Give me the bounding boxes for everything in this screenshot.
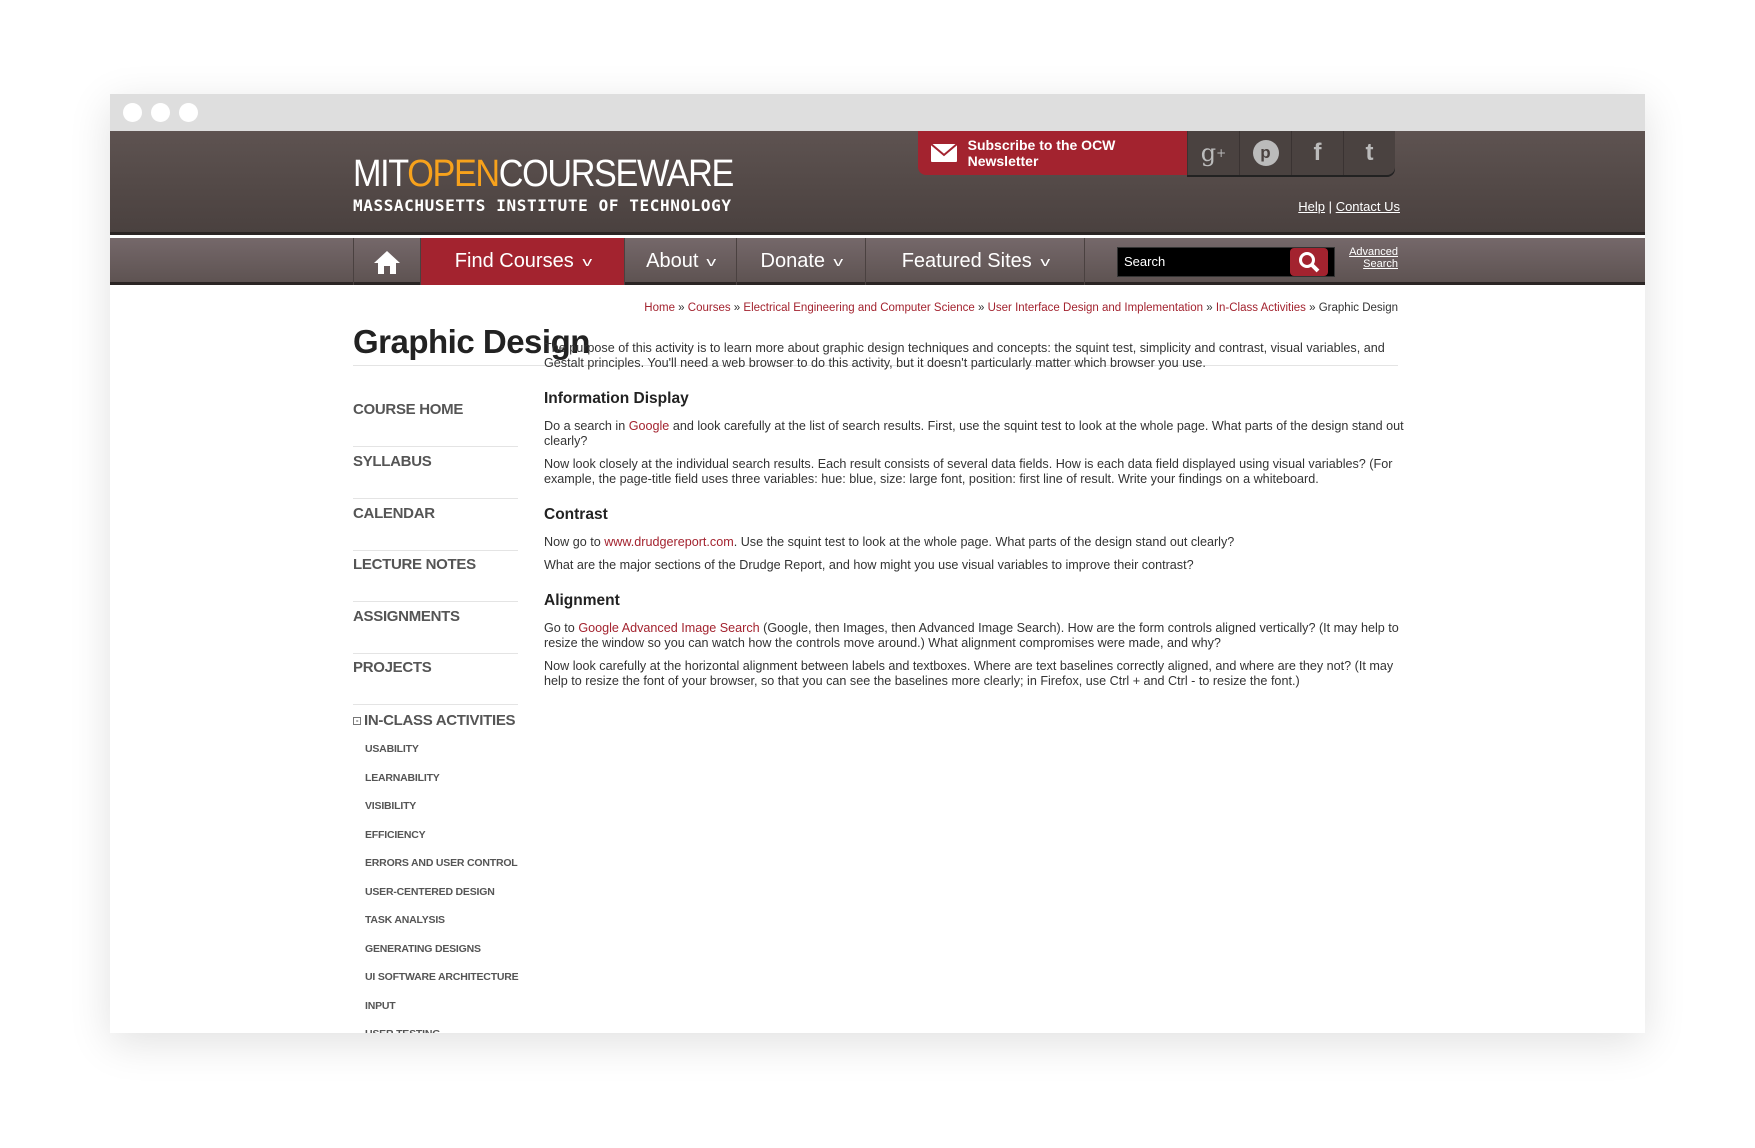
nav-label: Find Courses (454, 250, 574, 272)
text: Go to (544, 621, 579, 635)
nav-featured-sites[interactable]: Featured Sites v (865, 238, 1085, 285)
sidebar-item-course-home[interactable]: COURSE HOME (353, 395, 518, 447)
breadcrumb-course[interactable]: User Interface Design and Implementation (988, 302, 1203, 314)
sidebar-subitem[interactable]: USABILITY (365, 743, 419, 755)
sidebar-subitem[interactable]: UI SOFTWARE ARCHITECTURE (365, 971, 519, 983)
home-icon (374, 250, 400, 274)
nav-label: Donate (760, 250, 826, 272)
breadcrumb-current: Graphic Design (1318, 302, 1398, 314)
search-icon (1299, 252, 1320, 273)
sidebar-item-in-class-activities[interactable]: - IN-CLASS ACTIVITIES (353, 712, 518, 729)
advanced-search-link[interactable]: Advanced Search (1342, 246, 1398, 270)
sidebar-item-calendar[interactable]: CALENDAR (353, 499, 518, 551)
maximize-window-button[interactable] (179, 103, 198, 122)
breadcrumb-sep: » (674, 302, 688, 314)
title-bar (110, 94, 1645, 131)
search-button[interactable] (1290, 248, 1328, 276)
chevron-down-icon: v (833, 254, 844, 269)
close-window-button[interactable] (123, 103, 142, 122)
breadcrumb-courses[interactable]: Courses (688, 302, 731, 314)
newsletter-label: Subscribe to the OCW Newsletter (967, 137, 1116, 169)
collapse-icon[interactable]: - (353, 717, 361, 726)
nav-label: About (646, 250, 699, 272)
nav-donate[interactable]: Donate v (736, 238, 865, 285)
facebook-icon[interactable]: f (1291, 131, 1343, 175)
advanced-label: Advanced (1349, 246, 1398, 258)
sidebar-subitem[interactable]: EFFICIENCY (365, 829, 426, 841)
breadcrumb-home[interactable]: Home (644, 302, 675, 314)
search-label: Search (1363, 258, 1398, 270)
contact-link[interactable]: Contact Us (1336, 199, 1400, 214)
sidebar-subitem[interactable]: ERRORS AND USER CONTROL (365, 857, 518, 869)
sidebar-section-label: IN-CLASS ACTIVITIES (364, 712, 516, 729)
minimize-window-button[interactable] (151, 103, 170, 122)
main-content: The purpose of this activity is to learn… (544, 341, 1410, 697)
section-heading: Contrast (544, 506, 608, 523)
sidebar-subitem[interactable]: LEARNABILITY (365, 772, 440, 784)
logo-open: OPEN (407, 153, 500, 195)
section-heading: Alignment (544, 592, 620, 609)
utility-links: Help | Contact Us (1298, 199, 1400, 214)
sidebar-subitem[interactable]: USER TESTING (365, 1028, 440, 1033)
section-heading: Information Display (544, 390, 689, 407)
sidebar-item-lecture-notes[interactable]: LECTURE NOTES (353, 550, 518, 602)
social-links: g + p f t (1187, 131, 1395, 175)
chevron-down-icon: v (582, 254, 592, 269)
breadcrumb-sep: » (974, 302, 988, 314)
text: and look carefully at the list of search… (544, 419, 1404, 448)
sidebar-item-assignments[interactable]: ASSIGNMENTS (353, 602, 518, 654)
nav-label: Featured Sites (901, 250, 1032, 272)
breadcrumb-activities[interactable]: In-Class Activities (1216, 302, 1306, 314)
logo-mit: MIT (353, 153, 409, 195)
envelope-icon (930, 143, 958, 162)
nav-about[interactable]: About v (624, 238, 736, 285)
text: Do a search in (544, 419, 629, 433)
pinterest-icon[interactable]: p (1239, 131, 1291, 175)
breadcrumb-sep: » (1203, 302, 1216, 314)
breadcrumb-eecs[interactable]: Electrical Engineering and Computer Scie… (743, 302, 974, 314)
main-nav: Find Courses v About v Donate v Featured Si… (110, 238, 1645, 285)
sidebar-subitem[interactable]: VISIBILITY (365, 800, 416, 812)
home-button[interactable] (353, 238, 420, 285)
help-link[interactable]: Help (1298, 199, 1325, 214)
logo-courseware: COURSEWARE (498, 153, 735, 195)
google-plus-icon[interactable]: g + (1187, 131, 1239, 175)
sidebar-subitem[interactable]: GENERATING DESIGNS (365, 943, 481, 955)
sidebar-subitem[interactable]: USER-CENTERED DESIGN (365, 886, 495, 898)
intro-paragraph: The purpose of this activity is to learn… (544, 341, 1385, 370)
paragraph: Now look carefully at the horizontal ali… (544, 659, 1394, 688)
google-link[interactable]: Google (629, 419, 670, 433)
drudge-link[interactable]: www.drudgereport.com (604, 535, 734, 549)
separator: | (1328, 199, 1333, 214)
twitter-icon[interactable]: t (1343, 131, 1395, 175)
sidebar-subitem[interactable]: INPUT (365, 1000, 396, 1012)
site-header: MITOPENCOURSEWARE MASSACHUSETTS INSTITUT… (110, 131, 1645, 235)
newsletter-button[interactable]: Subscribe to the OCW Newsletter (918, 131, 1187, 175)
sidebar-subitem[interactable]: TASK ANALYSIS (365, 914, 445, 926)
logo-subtitle: MASSACHUSETTS INSTITUTE OF TECHNOLOGY (353, 196, 732, 215)
sidebar-item-projects[interactable]: PROJECTS (353, 653, 518, 705)
logo[interactable]: MITOPENCOURSEWARE (353, 153, 735, 196)
text: . Use the squint test to look at the who… (733, 535, 1235, 549)
breadcrumb-sep: » (1305, 302, 1319, 314)
breadcrumb-sep: » (730, 302, 744, 314)
paragraph: Now go to www.drudgereport.com. Use the … (544, 535, 1410, 550)
paragraph: Now look closely at the individual searc… (544, 457, 1393, 486)
breadcrumb: Home » Courses » Electrical Engineering … (644, 302, 1398, 314)
google-advanced-image-link[interactable]: Google Advanced Image Search (578, 621, 759, 635)
text: Now go to (544, 535, 605, 549)
paragraph: What are the major sections of the Drudg… (544, 558, 1194, 572)
chevron-down-icon: v (1040, 254, 1050, 269)
paragraph: Go to Google Advanced Image Search (Goog… (544, 621, 1410, 651)
browser-window: MITOPENCOURSEWARE MASSACHUSETTS INSTITUT… (110, 94, 1645, 1033)
chevron-down-icon: v (706, 254, 717, 269)
paragraph: Do a search in Google and look carefully… (544, 419, 1410, 449)
sidebar-item-syllabus[interactable]: SYLLABUS (353, 447, 518, 499)
nav-find-courses[interactable]: Find Courses v (420, 238, 624, 285)
